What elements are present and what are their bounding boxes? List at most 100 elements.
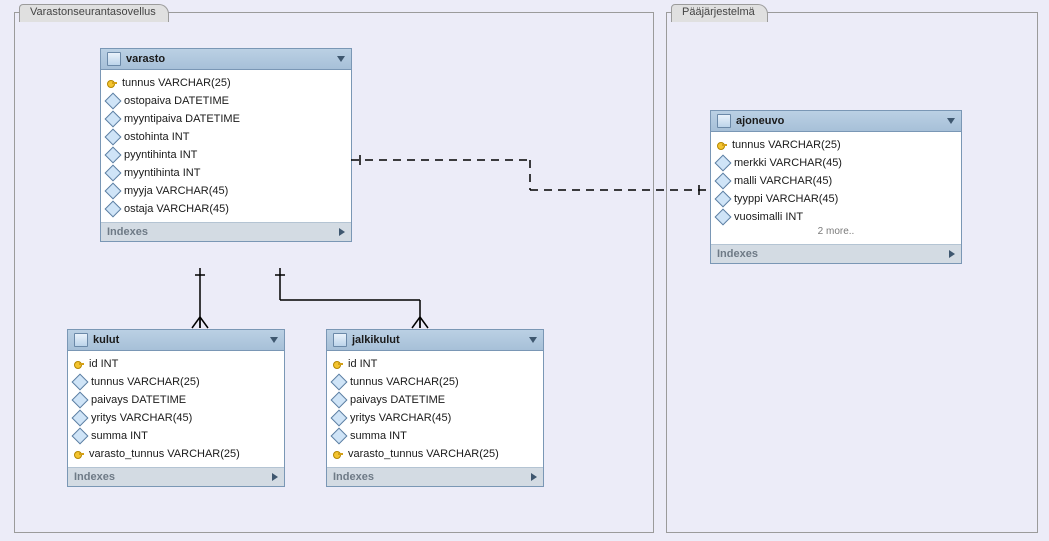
indexes-label: Indexes xyxy=(74,471,115,483)
column-row[interactable]: pyyntihinta INT xyxy=(101,146,351,164)
region-tab-left: Varastonseurantasovellus xyxy=(19,4,169,22)
column-row[interactable]: varasto_tunnus VARCHAR(25) xyxy=(68,445,284,463)
field-icon xyxy=(72,374,89,391)
table-varasto[interactable]: varasto tunnus VARCHAR(25) ostopaiva DAT… xyxy=(100,48,352,242)
table-header[interactable]: ajoneuvo xyxy=(711,111,961,132)
expand-arrow-icon[interactable] xyxy=(339,228,345,236)
column-text: pyyntihinta INT xyxy=(124,149,197,161)
field-icon xyxy=(105,111,122,128)
field-icon xyxy=(105,147,122,164)
column-text: merkki VARCHAR(45) xyxy=(734,157,842,169)
table-icon xyxy=(717,114,731,128)
column-text: id INT xyxy=(89,358,118,370)
column-row[interactable]: id INT xyxy=(327,355,543,373)
expand-arrow-icon[interactable] xyxy=(272,473,278,481)
column-row[interactable]: ostopaiva DATETIME xyxy=(101,92,351,110)
expand-arrow-icon[interactable] xyxy=(531,473,537,481)
column-row[interactable]: tunnus VARCHAR(25) xyxy=(101,74,351,92)
field-icon xyxy=(331,374,348,391)
column-row[interactable]: id INT xyxy=(68,355,284,373)
column-text: myyntipaiva DATETIME xyxy=(124,113,240,125)
primary-key-icon xyxy=(107,78,117,88)
primary-key-icon xyxy=(74,449,84,459)
column-text: ostohinta INT xyxy=(124,131,189,143)
region-tab-right: Pääjärjestelmä xyxy=(671,4,768,22)
columns: tunnus VARCHAR(25) merkki VARCHAR(45) ma… xyxy=(711,132,961,244)
table-header[interactable]: jalkikulut xyxy=(327,330,543,351)
column-row[interactable]: tunnus VARCHAR(25) xyxy=(327,373,543,391)
field-icon xyxy=(715,209,732,226)
column-text: varasto_tunnus VARCHAR(25) xyxy=(348,448,499,460)
column-row[interactable]: vuosimalli INT xyxy=(711,208,961,226)
indexes-label: Indexes xyxy=(717,248,758,260)
column-text: myyja VARCHAR(45) xyxy=(124,185,228,197)
column-row[interactable]: myyntipaiva DATETIME xyxy=(101,110,351,128)
table-title: varasto xyxy=(126,53,337,65)
column-row[interactable]: summa INT xyxy=(327,427,543,445)
primary-key-icon xyxy=(74,359,84,369)
column-text: summa INT xyxy=(91,430,148,442)
table-jalkikulut[interactable]: jalkikulut id INT tunnus VARCHAR(25) pai… xyxy=(326,329,544,487)
table-ajoneuvo[interactable]: ajoneuvo tunnus VARCHAR(25) merkki VARCH… xyxy=(710,110,962,264)
field-icon xyxy=(715,173,732,190)
column-row[interactable]: summa INT xyxy=(68,427,284,445)
region-varastonseurantasovellus: Varastonseurantasovellus varasto tunnus … xyxy=(14,12,654,533)
field-icon xyxy=(72,410,89,427)
indexes-section[interactable]: Indexes xyxy=(68,467,284,486)
column-text: vuosimalli INT xyxy=(734,211,803,223)
field-icon xyxy=(331,410,348,427)
table-header[interactable]: kulut xyxy=(68,330,284,351)
column-row[interactable]: tyyppi VARCHAR(45) xyxy=(711,190,961,208)
field-icon xyxy=(72,392,89,409)
column-row[interactable]: myyja VARCHAR(45) xyxy=(101,182,351,200)
column-row[interactable]: merkki VARCHAR(45) xyxy=(711,154,961,172)
column-row[interactable]: paivays DATETIME xyxy=(327,391,543,409)
column-text: myyntihinta INT xyxy=(124,167,200,179)
collapse-arrow-icon[interactable] xyxy=(529,337,537,343)
column-row[interactable]: yritys VARCHAR(45) xyxy=(327,409,543,427)
field-icon xyxy=(72,428,89,445)
column-row[interactable]: yritys VARCHAR(45) xyxy=(68,409,284,427)
indexes-label: Indexes xyxy=(333,471,374,483)
collapse-arrow-icon[interactable] xyxy=(947,118,955,124)
column-text: malli VARCHAR(45) xyxy=(734,175,832,187)
field-icon xyxy=(105,183,122,200)
indexes-section[interactable]: Indexes xyxy=(101,222,351,241)
column-row[interactable]: tunnus VARCHAR(25) xyxy=(711,136,961,154)
columns: id INT tunnus VARCHAR(25) paivays DATETI… xyxy=(327,351,543,467)
field-icon xyxy=(331,428,348,445)
column-row[interactable]: ostohinta INT xyxy=(101,128,351,146)
field-icon xyxy=(105,129,122,146)
field-icon xyxy=(331,392,348,409)
column-row[interactable]: ostaja VARCHAR(45) xyxy=(101,200,351,218)
region-paajarjestelma: Pääjärjestelmä ajoneuvo tunnus VARCHAR(2… xyxy=(666,12,1038,533)
table-title: ajoneuvo xyxy=(736,115,947,127)
indexes-section[interactable]: Indexes xyxy=(711,244,961,263)
expand-arrow-icon[interactable] xyxy=(949,250,955,258)
table-title: kulut xyxy=(93,334,270,346)
column-text: tunnus VARCHAR(25) xyxy=(122,77,231,89)
table-title: jalkikulut xyxy=(352,334,529,346)
table-kulut[interactable]: kulut id INT tunnus VARCHAR(25) paivays … xyxy=(67,329,285,487)
table-header[interactable]: varasto xyxy=(101,49,351,70)
more-columns[interactable]: 2 more.. xyxy=(711,226,961,240)
column-row[interactable]: tunnus VARCHAR(25) xyxy=(68,373,284,391)
column-text: tyyppi VARCHAR(45) xyxy=(734,193,838,205)
column-text: yritys VARCHAR(45) xyxy=(91,412,192,424)
collapse-arrow-icon[interactable] xyxy=(270,337,278,343)
column-row[interactable]: malli VARCHAR(45) xyxy=(711,172,961,190)
primary-key-icon xyxy=(333,359,343,369)
collapse-arrow-icon[interactable] xyxy=(337,56,345,62)
indexes-section[interactable]: Indexes xyxy=(327,467,543,486)
column-row[interactable]: myyntihinta INT xyxy=(101,164,351,182)
column-text: id INT xyxy=(348,358,377,370)
column-text: tunnus VARCHAR(25) xyxy=(732,139,841,151)
field-icon xyxy=(105,165,122,182)
column-row[interactable]: paivays DATETIME xyxy=(68,391,284,409)
column-text: ostaja VARCHAR(45) xyxy=(124,203,229,215)
column-row[interactable]: varasto_tunnus VARCHAR(25) xyxy=(327,445,543,463)
diagram-canvas: Varastonseurantasovellus varasto tunnus … xyxy=(0,0,1049,541)
column-text: ostopaiva DATETIME xyxy=(124,95,229,107)
column-text: paivays DATETIME xyxy=(350,394,445,406)
field-icon xyxy=(105,93,122,110)
